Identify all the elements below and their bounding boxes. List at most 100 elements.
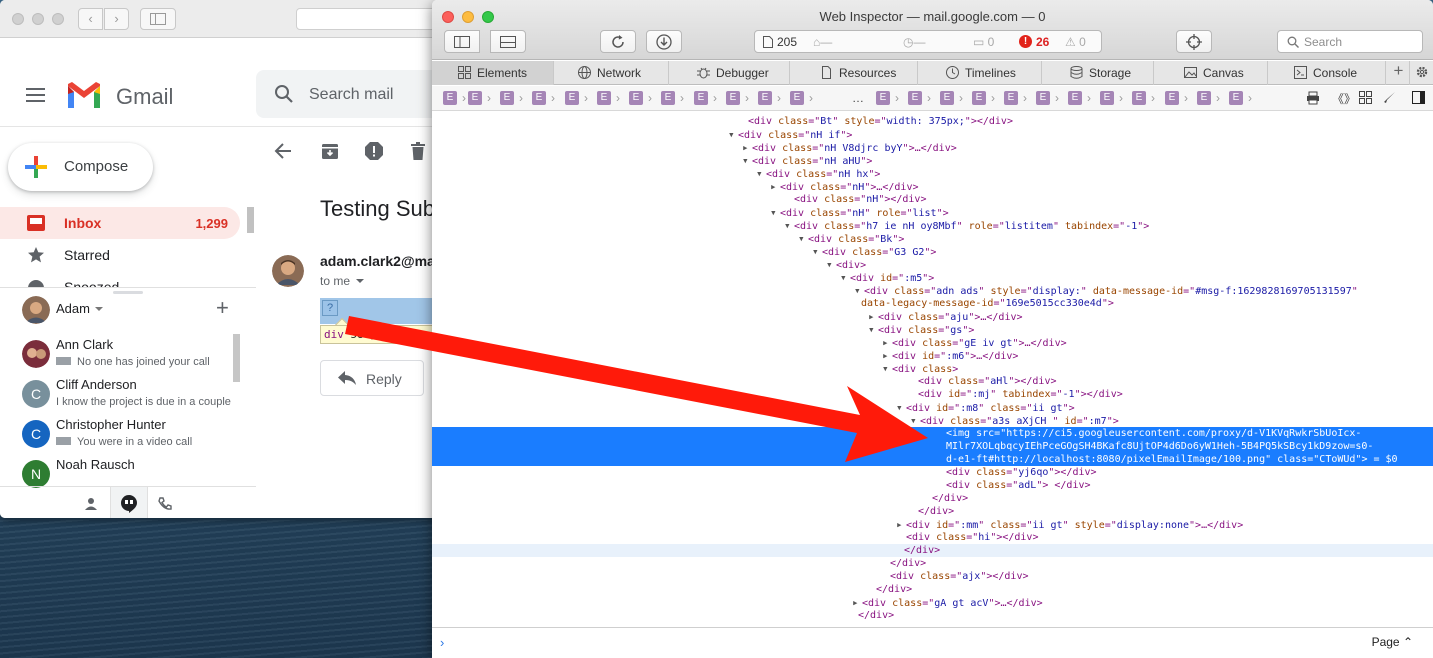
add-tab-icon[interactable]: + [1388,61,1410,85]
dom-node-line[interactable]: <div id=":mj" tabindex="-1"></div> [432,388,1433,401]
disclosure-expanded-icon[interactable]: ▾ [784,219,794,232]
dom-node-line[interactable]: d-e1-ft#http://localhost:8080/pixelEmail… [432,453,1433,466]
disclosure-expanded-icon[interactable]: ▾ [826,258,836,271]
disclosure-expanded-icon[interactable]: ▾ [770,206,780,219]
main-menu-icon[interactable] [26,88,45,102]
dom-tree[interactable]: <div class="Bt" style="width: 375px;"></… [432,112,1433,627]
dom-node-line[interactable]: ▾ <div class="G3 G2"> [432,245,1433,258]
search-mail-input[interactable]: Search mail [256,70,440,118]
disclosure-expanded-icon[interactable]: ▾ [910,414,920,427]
recipient-details[interactable]: to me [320,274,365,288]
dom-node-line[interactable]: <div class="ajx"></div> [432,570,1433,583]
disclosure-collapsed-icon[interactable]: ▸ [770,180,780,193]
dom-node-line[interactable]: <div class="hi"></div> [432,531,1433,544]
message-count[interactable]: ▭ 0 [973,35,994,49]
disclosure-expanded-icon[interactable]: ▾ [798,232,808,245]
breadcrumb-element-icon[interactable]: E [876,91,890,105]
reload-icon[interactable] [600,30,636,53]
dom-node-line[interactable]: </div> [432,583,1433,596]
dom-node-line[interactable]: ▾ <div class> [432,362,1433,375]
dom-node-line[interactable]: ▾ <div id=":m5"> [432,271,1433,284]
disclosure-expanded-icon[interactable]: ▾ [882,362,892,375]
breadcrumb-element-icon[interactable]: E [1068,91,1082,105]
dock-side-icon[interactable] [444,30,480,53]
back-icon[interactable]: ‹ [78,8,103,30]
chevron-down-icon[interactable] [95,307,103,311]
user-name[interactable]: Adam [56,301,90,316]
settings-gear-icon[interactable] [1410,61,1433,85]
nav-item-inbox[interactable]: Inbox 1,299 [0,207,240,239]
breadcrumb-element-icon[interactable]: E [726,91,740,105]
print-styles-icon[interactable] [1306,91,1320,105]
minimize-window-button[interactable] [32,13,44,25]
layout-grid-icon[interactable] [1359,91,1372,104]
disclosure-collapsed-icon[interactable]: ▸ [882,349,892,362]
archive-icon[interactable] [320,141,340,161]
breadcrumb-element-icon[interactable]: E [1004,91,1018,105]
person-icon[interactable] [72,487,110,518]
breadcrumb-element-icon[interactable]: E [629,91,643,105]
chevron-down-icon[interactable] [356,279,365,283]
disclosure-collapsed-icon[interactable]: ▸ [882,336,892,349]
contact-item[interactable]: C Cliff Anderson I know the project is d… [0,374,240,414]
execution-context-select[interactable]: Page ⌃ [1372,635,1413,649]
breadcrumb-element-icon[interactable]: E [908,91,922,105]
breadcrumb-element-icon[interactable]: E [940,91,954,105]
disclosure-expanded-icon[interactable]: ▾ [742,154,752,167]
hangouts-chat-icon[interactable] [110,487,148,518]
download-icon[interactable] [646,30,682,53]
dom-node-line[interactable]: ▾ <div class="nH hx"> [432,167,1433,180]
dom-node-line[interactable]: ▾ <div class="nH if"> [432,128,1433,141]
inspector-search-input[interactable]: Search [1277,30,1423,53]
breadcrumb-ellipsis[interactable]: … [852,91,864,105]
tab-resources[interactable]: Resources [790,61,918,85]
disclosure-expanded-icon[interactable]: ▾ [756,167,766,180]
breadcrumb-element-icon[interactable]: E [972,91,986,105]
dom-node-line[interactable]: </div> [432,609,1433,622]
new-conversation-icon[interactable]: + [216,297,229,319]
disclosure-expanded-icon[interactable]: ▾ [854,284,864,297]
tab-network[interactable]: Network [554,61,669,85]
phone-icon[interactable] [146,487,184,518]
tab-storage[interactable]: Storage [1042,61,1154,85]
breadcrumb-element-icon[interactable]: E [532,91,546,105]
breadcrumb-element-icon[interactable]: E [1229,91,1243,105]
disclosure-collapsed-icon[interactable]: ▸ [868,310,878,323]
tab-timelines[interactable]: Timelines [918,61,1042,85]
contacts-scrollbar[interactable] [233,334,240,382]
breadcrumb-element-icon[interactable]: E [597,91,611,105]
breadcrumb-element-icon[interactable]: E [758,91,772,105]
disclosure-expanded-icon[interactable]: ▾ [868,323,878,336]
dom-node-line[interactable]: <div class="nH"></div> [432,193,1433,206]
sender-email[interactable]: adam.clark2@mail.com [320,253,440,269]
breadcrumb-element-icon[interactable]: E [565,91,579,105]
sidebar-scrollbar[interactable] [247,207,254,233]
breadcrumb-element-icon[interactable]: E [694,91,708,105]
dom-node-line[interactable]: ▸ <div id=":mm" class="ii gt" style="disp… [432,518,1433,531]
dom-node-line[interactable]: ▾ <div> [432,258,1433,271]
resources-count[interactable]: 205 [777,35,797,49]
delete-icon[interactable] [408,141,428,161]
error-count[interactable]: 26 [1036,35,1049,49]
breadcrumb-element-icon[interactable]: E [1036,91,1050,105]
dom-node-line[interactable]: ▸ <div class="gA gt acV">…</div> [432,596,1433,609]
dom-node-line[interactable]: ▸ <div id=":m6">…</div> [432,349,1433,362]
dock-bottom-icon[interactable] [490,30,526,53]
dom-node-line[interactable]: ▾ <div class="adn ads" style="display:" d… [432,284,1433,297]
dom-node-line[interactable]: ▾ <div class="a3s aXjCH " id=":m7"> [432,414,1433,427]
dom-node-line[interactable]: ▾ <div class="h7 ie nH oy8Mbf" role="list… [432,219,1433,232]
element-picker-icon[interactable] [1176,30,1212,53]
user-avatar[interactable] [22,296,50,324]
breadcrumb-element-icon[interactable]: E [443,91,457,105]
dom-node-line[interactable]: </div> [432,492,1433,505]
breadcrumb-element-icon[interactable]: E [500,91,514,105]
nav-item-starred[interactable]: Starred [0,239,240,271]
close-window-button[interactable] [12,13,24,25]
dom-node-line[interactable]: <div class="aHl"></div> [432,375,1433,388]
disclosure-collapsed-icon[interactable]: ▸ [742,141,752,154]
reply-button[interactable]: Reply [320,360,424,396]
dom-node-line[interactable]: ▾ <div id=":m8" class="ii gt"> [432,401,1433,414]
panel-resize-handle[interactable] [113,291,143,294]
report-spam-icon[interactable] [364,141,384,161]
dom-node-line[interactable]: </div> [432,544,1433,557]
